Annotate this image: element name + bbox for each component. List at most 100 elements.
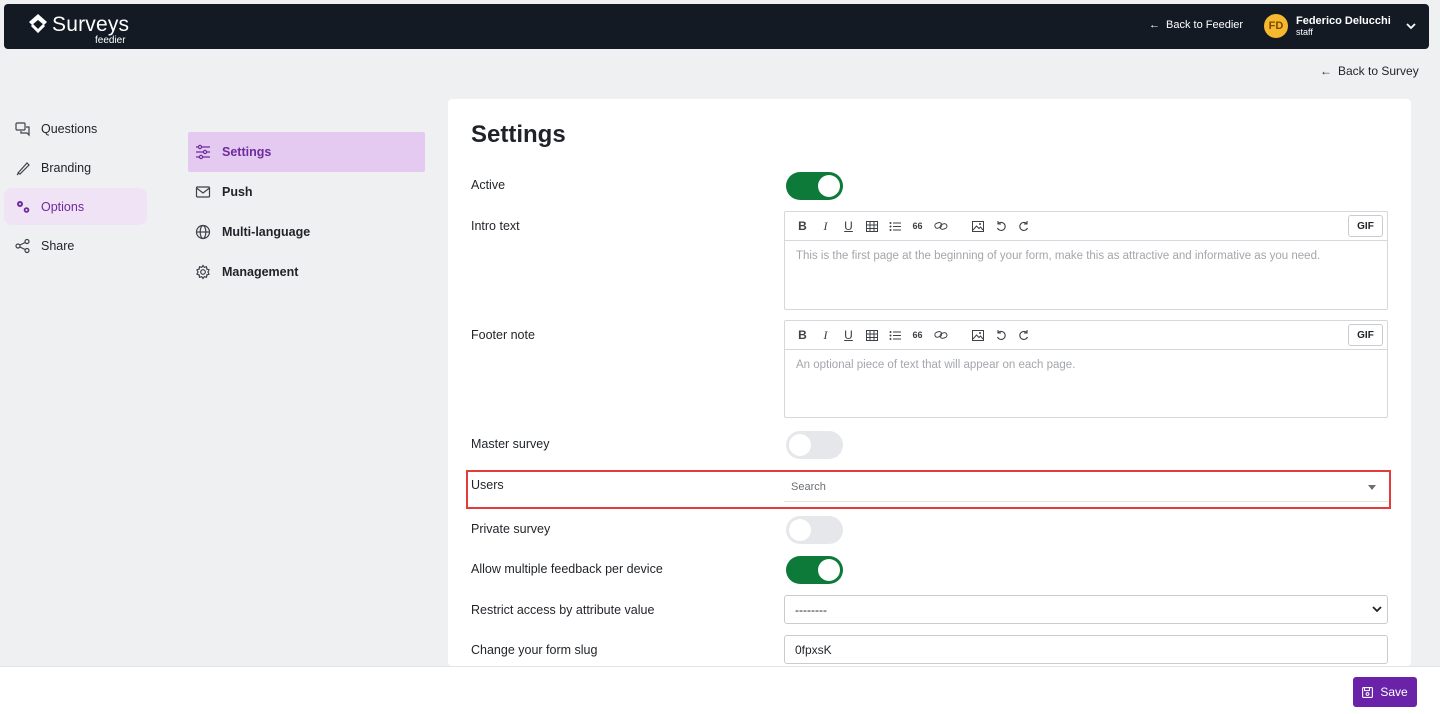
table-icon[interactable] [860, 216, 883, 236]
image-icon[interactable] [966, 216, 989, 236]
back-to-survey-link[interactable]: ← Back to Survey [1320, 64, 1419, 78]
sidebar-item-label: Questions [41, 121, 98, 136]
sidebar-item-label: Branding [41, 160, 92, 175]
link-icon[interactable] [929, 216, 952, 236]
share-icon [15, 238, 30, 253]
redo-icon[interactable] [1012, 325, 1035, 345]
arrow-left-icon: ← [1320, 64, 1332, 78]
gear-icon [196, 264, 210, 280]
sidebar-item-label: Options [41, 199, 85, 214]
footer-note-label: Footer note [471, 328, 535, 342]
user-role: staff [1296, 26, 1313, 37]
table-icon[interactable] [860, 325, 883, 345]
page-title: Settings [471, 121, 566, 148]
allow-multiple-toggle[interactable] [786, 556, 843, 584]
bold-icon[interactable]: B [791, 325, 814, 345]
user-name: Federico Delucchi [1296, 14, 1391, 27]
image-icon[interactable] [966, 325, 989, 345]
chevron-down-icon [1372, 606, 1382, 613]
sidebar-item-branding[interactable]: Branding [4, 149, 147, 186]
intro-text-label: Intro text [471, 219, 520, 233]
options-subnav: Settings Push Multi-language Management [188, 132, 425, 292]
chat-bubbles-icon [15, 121, 30, 136]
quote-icon[interactable]: 66 [906, 216, 929, 236]
restrict-access-select[interactable]: -------- [784, 595, 1388, 624]
subnav-item-label: Settings [222, 145, 272, 159]
user-menu[interactable]: FD Federico Delucchi staff [1264, 14, 1417, 38]
caret-down-icon [1368, 485, 1376, 490]
subnav-item-management[interactable]: Management [188, 252, 425, 292]
redo-icon[interactable] [1012, 216, 1035, 236]
active-toggle[interactable] [786, 172, 843, 200]
save-label: Save [1380, 685, 1408, 699]
private-survey-toggle[interactable] [786, 516, 843, 544]
italic-icon[interactable]: I [814, 325, 837, 345]
italic-icon[interactable]: I [814, 216, 837, 236]
master-survey-label: Master survey [471, 437, 550, 451]
bullet-list-icon[interactable] [883, 325, 906, 345]
avatar: FD [1264, 14, 1288, 38]
subnav-item-settings[interactable]: Settings [188, 132, 425, 172]
toggle-knob [789, 519, 811, 541]
active-label: Active [471, 178, 506, 192]
back-to-feedier-label: Back to Feedier [1166, 19, 1244, 31]
sidebar-item-share[interactable]: Share [4, 227, 147, 264]
sidebar-item-options[interactable]: Options [4, 188, 147, 225]
undo-icon[interactable] [989, 216, 1012, 236]
chevron-down-icon [1406, 23, 1416, 30]
users-search-placeholder: Search [791, 480, 826, 493]
footer-note-editor: B I U 66 GIF An optional piece of text t… [784, 320, 1388, 418]
subnav-item-push[interactable]: Push [188, 172, 425, 212]
quote-icon[interactable]: 66 [906, 325, 929, 345]
form-slug-label: Change your form slug [471, 643, 598, 657]
gears-icon [17, 200, 30, 213]
save-icon [1362, 686, 1374, 698]
sidebar-item-questions[interactable]: Questions [4, 110, 147, 147]
save-button[interactable]: Save [1353, 677, 1417, 707]
surveys-logo[interactable]: Surveys feedier [28, 7, 138, 47]
logo-mark-icon [29, 13, 47, 33]
brand-name: Surveys [52, 12, 130, 36]
form-slug-value: 0fpxsK [795, 642, 832, 657]
footer-note-input[interactable]: An optional piece of text that will appe… [785, 350, 1387, 380]
form-slug-input[interactable]: 0fpxsK [784, 635, 1388, 664]
users-label: Users [471, 478, 504, 492]
globe-icon [195, 224, 211, 240]
undo-icon[interactable] [989, 325, 1012, 345]
editor-toolbar: B I U 66 GIF [785, 212, 1387, 241]
brush-icon [16, 161, 30, 175]
toggle-knob [789, 434, 811, 456]
editor-toolbar: B I U 66 GIF [785, 321, 1387, 350]
private-survey-label: Private survey [471, 522, 551, 536]
allow-multiple-label: Allow multiple feedback per device [471, 562, 663, 576]
settings-panel: Settings Active Intro text B I U 66 GIF … [448, 99, 1411, 666]
master-survey-toggle[interactable] [786, 431, 843, 459]
gif-button[interactable]: GIF [1348, 324, 1383, 346]
back-to-survey-label: Back to Survey [1338, 64, 1419, 78]
subnav-item-label: Push [222, 185, 253, 199]
intro-text-editor: B I U 66 GIF This is the first page at t… [784, 211, 1388, 310]
brand-sub: feedier [95, 34, 126, 46]
subnav-item-label: Management [222, 265, 299, 279]
toggle-knob [818, 175, 840, 197]
users-search-select[interactable]: Search [784, 472, 1388, 502]
link-icon[interactable] [929, 325, 952, 345]
bottom-bar [0, 666, 1440, 714]
sidebar-item-label: Share [41, 238, 75, 253]
underline-icon[interactable]: U [837, 325, 860, 345]
toggle-knob [818, 559, 840, 581]
sidebar: Questions Branding Options Share [4, 110, 147, 266]
underline-icon[interactable]: U [837, 216, 860, 236]
gif-button[interactable]: GIF [1348, 215, 1383, 237]
envelope-icon [195, 186, 211, 198]
bullet-list-icon[interactable] [883, 216, 906, 236]
restrict-access-label: Restrict access by attribute value [471, 603, 655, 617]
bold-icon[interactable]: B [791, 216, 814, 236]
subnav-item-label: Multi-language [222, 225, 311, 239]
top-bar: Surveys feedier ← Back to Feedier FD Fed… [4, 4, 1429, 49]
arrow-left-icon: ← [1149, 19, 1160, 31]
intro-text-input[interactable]: This is the first page at the beginning … [785, 241, 1387, 271]
back-to-feedier-link[interactable]: ← Back to Feedier [1149, 19, 1243, 31]
subnav-item-multi-language[interactable]: Multi-language [188, 212, 425, 252]
restrict-access-value: -------- [795, 602, 827, 617]
